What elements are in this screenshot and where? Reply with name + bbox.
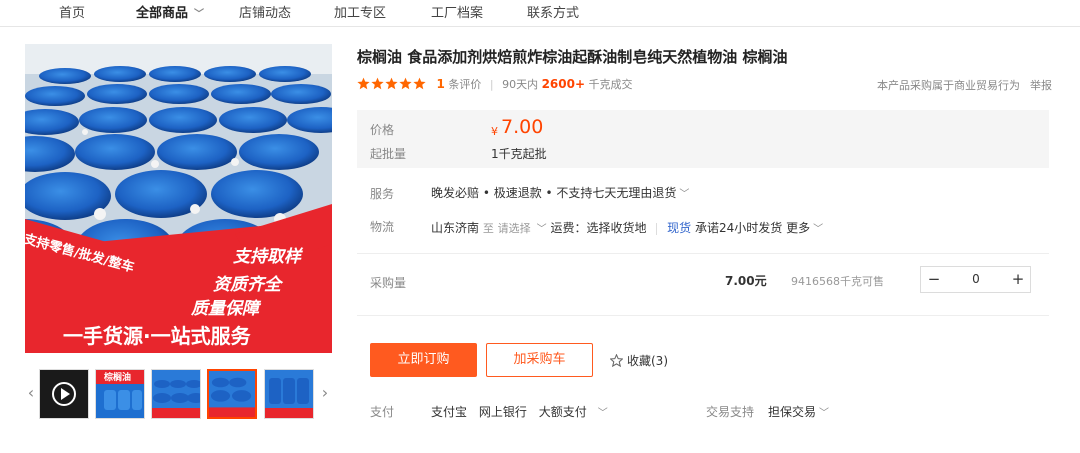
minus-button[interactable]: − (921, 267, 947, 292)
chevron-down-icon: ﹀ (597, 408, 608, 419)
shipping-fee: 运费：选择收货地 (550, 221, 647, 235)
banner-line-qualification: 资质齐全 (213, 275, 281, 295)
trade-support-label: 交易支持 (706, 405, 755, 419)
nav-shop-news[interactable]: 店铺动态 (239, 2, 291, 21)
service-label: 服务 (370, 187, 395, 201)
price-label: 价格 (370, 123, 395, 137)
thumbnail-strip: ‹ 棕榈油 › (25, 368, 332, 420)
purchase-qty-label: 采购量 (370, 276, 407, 290)
star-outline-icon (609, 353, 624, 368)
moq-value: 1千克起批 (491, 147, 547, 161)
price-value: 7.00 (501, 116, 544, 138)
sku-unit-price: 7.00元 (725, 274, 767, 288)
star-icon (371, 77, 384, 90)
nav-all-products-label: 全部商品 (136, 6, 189, 21)
thumb-next-arrow-icon[interactable]: › (319, 382, 331, 404)
play-icon (52, 382, 76, 406)
more-label: 更多 (786, 221, 811, 235)
chevron-down-icon: ﹀ (813, 224, 824, 235)
report-link[interactable]: 举报 (1030, 77, 1052, 93)
thumb-barrels-art (209, 377, 255, 417)
add-to-cart-button[interactable]: 加采购车 (486, 343, 593, 377)
favorite-button[interactable]: 收藏(3) (609, 352, 668, 369)
trade-notice: 本产品采购属于商业贸易行为 (877, 79, 1020, 92)
service-text: 晚发必赔 • 极速退款 • 不支持七天无理由退货 (431, 186, 677, 200)
payment-alipay: 支付宝 (431, 405, 468, 419)
ship-promise: 承诺24小时发货 (695, 221, 783, 235)
thumb-barrels-art (265, 378, 313, 418)
favorite-label: 收藏(3) (627, 354, 668, 368)
rating-stars (357, 77, 427, 93)
escrow-label: 担保交易 (768, 405, 817, 419)
thumb-prev-arrow-icon[interactable]: ‹ (25, 382, 37, 404)
thumb-image-2[interactable] (151, 369, 201, 419)
trade-support-value[interactable]: 担保交易 ﹀ (768, 403, 829, 420)
banner-line-quality: 质量保障 (191, 299, 259, 319)
divider (656, 222, 658, 235)
chevron-down-icon: ﹀ (536, 224, 547, 235)
chevron-down-icon: ﹀ (194, 9, 205, 20)
product-title: 棕榈油 食品添加剂烘焙煎炸棕油起酥油制皂纯天然植物油 棕榈油 (357, 48, 788, 66)
plus-button[interactable]: + (1005, 267, 1031, 292)
logistics-label: 物流 (370, 220, 395, 234)
sales-period: 90天内 (502, 78, 539, 91)
quantity-stepper: − 0 + (920, 266, 1031, 293)
moq-label: 起批量 (370, 147, 407, 161)
nav-contact[interactable]: 联系方式 (527, 2, 579, 21)
ship-to-label: 至 (482, 222, 494, 235)
logistics-row: 山东济南 至 请选择 ﹀ 运费：选择收货地 现货 承诺24小时发货 更多 ﹀ (431, 219, 823, 236)
banner-line-sample: 支持取样 (233, 247, 301, 267)
thumb-barrels-art (152, 380, 200, 418)
barrels-photo (25, 44, 332, 353)
sales-suffix: 千克成交 (588, 78, 633, 91)
star-icon (385, 77, 398, 90)
nav-all-products[interactable]: 全部商品 ﹀ (136, 2, 204, 21)
payment-methods: 支付宝 网上银行 大额支付 ﹀ (431, 403, 624, 420)
chevron-down-icon: ﹀ (819, 408, 830, 419)
service-guarantees[interactable]: 晚发必赔 • 极速退款 • 不支持七天无理由退货 ﹀ (431, 184, 689, 201)
star-icon (357, 77, 370, 90)
thumb-video[interactable] (39, 369, 89, 419)
sku-stock: 9416568千克可售 (791, 275, 884, 288)
thumb-image-1[interactable]: 棕榈油 (95, 369, 145, 419)
payment-large-amount[interactable]: 大额支付 ﹀ (539, 405, 616, 419)
nav-processing[interactable]: 加工专区 (334, 2, 386, 21)
thumb-label: 棕榈油 (104, 373, 132, 383)
in-stock-badge: 现货 (667, 221, 692, 235)
meta-divider: | (489, 78, 494, 91)
review-count[interactable]: 1 (437, 77, 445, 91)
chevron-down-icon: ﹀ (679, 189, 690, 200)
payment-label: 支付 (370, 405, 395, 419)
quantity-input[interactable]: 0 (947, 267, 1005, 292)
thumb-image-3[interactable] (207, 369, 257, 419)
thumb-image-4[interactable] (264, 369, 314, 419)
rating-row: 1 条评价 | 90天内 2600+ 千克成交 (357, 76, 633, 92)
logistics-more[interactable]: 更多 ﹀ (786, 221, 823, 235)
nav-factory-profile[interactable]: 工厂档案 (431, 2, 483, 21)
banner-lines: 支持取样 (233, 246, 301, 268)
sales-volume: 2600+ (541, 77, 586, 91)
shop-nav-bar: 首页 全部商品 ﹀ 店铺动态 加工专区 工厂档案 联系方式 (0, 0, 1080, 27)
destination-select[interactable]: 请选择 ﹀ (498, 222, 547, 235)
section-divider (357, 253, 1049, 254)
review-suffix[interactable]: 条评价 (448, 78, 481, 91)
payment-online-bank: 网上银行 (478, 405, 527, 419)
nav-home[interactable]: 首页 (59, 2, 85, 21)
star-icon (413, 77, 426, 90)
star-icon (399, 77, 412, 90)
banner-bottom-text: 一手货源·一站式服务 (63, 324, 251, 348)
section-divider (357, 315, 1049, 316)
buy-now-button[interactable]: 立即订购 (370, 343, 477, 377)
price-panel: 价格 ¥ 7.00 起批量 1千克起批 (357, 110, 1049, 168)
large-amount-label: 大额支付 (538, 405, 587, 419)
destination-placeholder: 请选择 (497, 222, 531, 235)
currency-symbol: ¥ (491, 125, 498, 138)
main-product-image[interactable]: 支持零售/批发/整车 支持取样 资质齐全 质量保障 一手货源·一站式服务 (25, 44, 332, 353)
ship-origin: 山东济南 (431, 221, 480, 235)
